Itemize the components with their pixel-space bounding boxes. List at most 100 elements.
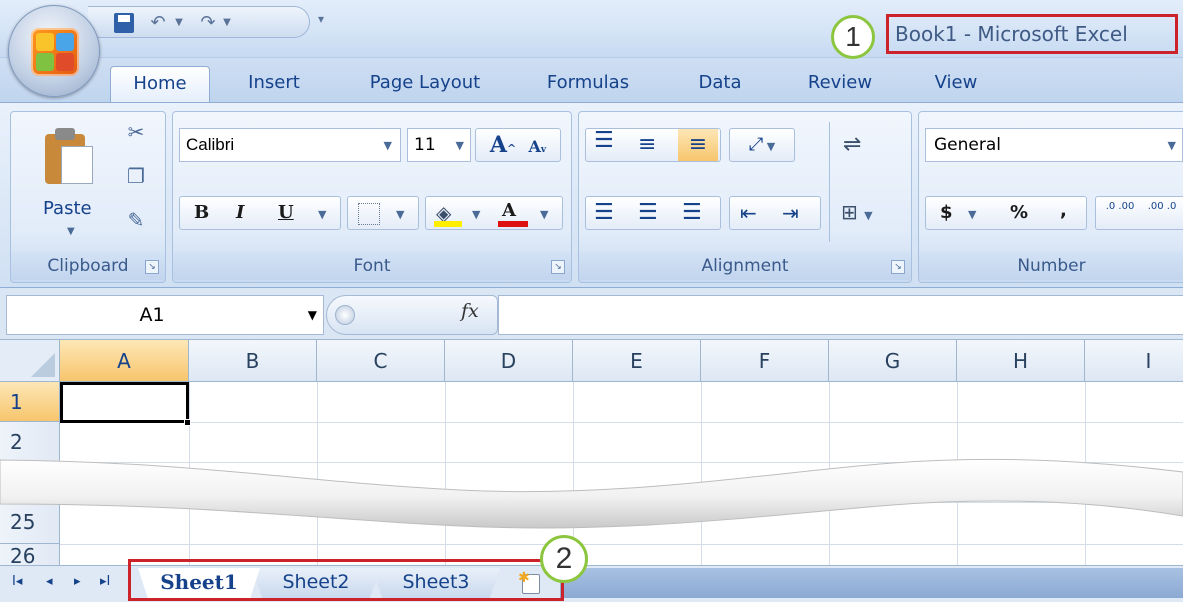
column-header-g[interactable]: G <box>829 340 957 382</box>
number-group-label: Number <box>919 252 1183 280</box>
last-sheet-icon[interactable]: ▸I <box>100 574 110 589</box>
formula-bar: A1 ▼ fx <box>0 288 1183 340</box>
column-header-e[interactable]: E <box>573 340 701 382</box>
number-group: General ▼ $ ▼ % , .0 .00 .00 .0 Number <box>918 111 1183 283</box>
callout-marker-2: 2 <box>540 535 588 583</box>
undo-dropdown-icon[interactable]: ▼ <box>172 11 186 35</box>
title-bar: ↶ ▼ ↷ ▼ ▾ 1 Book1 - Microsoft Excel <box>0 0 1183 59</box>
increase-decimal-button[interactable]: .0 .00 <box>1102 200 1138 214</box>
decrease-indent-icon[interactable]: ⇤ <box>740 197 757 229</box>
borders-dropdown-icon[interactable]: ▼ <box>396 199 404 231</box>
tab-insert[interactable]: Insert <box>226 66 322 102</box>
bold-button[interactable]: B <box>194 197 209 229</box>
cut-icon[interactable]: ✂ <box>123 120 149 146</box>
italic-button[interactable]: I <box>236 197 244 229</box>
select-all-button[interactable] <box>0 340 60 382</box>
decrease-decimal-button[interactable]: .00 .0 <box>1144 200 1180 214</box>
font-size-dropdown-icon[interactable]: ▼ <box>456 139 464 152</box>
grow-font-button[interactable]: A <box>490 132 507 158</box>
alignment-divider <box>829 122 830 242</box>
worksheet-grid[interactable]: A B C D E F G H I 1 2 25 26 <box>0 340 1183 565</box>
column-header-c[interactable]: C <box>317 340 445 382</box>
clipboard-group-label: Clipboard <box>11 252 165 280</box>
align-bottom-icon[interactable]: ≡ <box>678 129 718 161</box>
font-launcher-icon[interactable]: ↘ <box>551 260 565 274</box>
customize-qat-icon[interactable]: ▾ <box>318 12 324 26</box>
first-sheet-icon[interactable]: I◂ <box>12 574 22 589</box>
tab-data[interactable]: Data <box>680 66 760 102</box>
paste-button[interactable]: Paste <box>43 198 92 219</box>
align-right-icon[interactable]: ☰ <box>682 197 702 229</box>
fill-color-dropdown-icon[interactable]: ▼ <box>472 199 480 231</box>
formula-bar-resize-handle[interactable] <box>335 305 355 325</box>
currency-dropdown-icon[interactable]: ▼ <box>968 199 976 231</box>
name-box-value: A1 <box>139 304 165 326</box>
copy-icon[interactable]: ❐ <box>123 164 149 190</box>
align-center-icon[interactable]: ☰ <box>638 197 658 229</box>
office-logo-icon <box>31 28 79 76</box>
clipboard-launcher-icon[interactable]: ↘ <box>145 260 159 274</box>
horizontal-scroll-area[interactable] <box>560 568 1183 598</box>
orientation-icon: ⤢ <box>748 134 764 155</box>
font-size-combo[interactable]: 11 ▼ <box>407 128 471 162</box>
align-left-icon[interactable]: ☰ <box>594 197 614 229</box>
align-middle-icon[interactable]: ≡ <box>638 129 656 161</box>
tab-home[interactable]: Home <box>110 66 210 102</box>
wrap-text-icon[interactable]: ⇌ <box>843 132 861 157</box>
redo-dropdown-icon[interactable]: ▼ <box>220 11 234 35</box>
font-color-dropdown-icon[interactable]: ▼ <box>540 199 548 231</box>
shrink-font-button[interactable]: A <box>528 137 540 156</box>
underline-button[interactable]: U <box>278 197 294 229</box>
orientation-dropdown-icon[interactable]: ▼ <box>763 140 775 153</box>
name-box[interactable]: A1 ▼ <box>6 295 324 335</box>
paste-dropdown-icon[interactable]: ▼ <box>67 226 75 237</box>
font-group: Calibri ▼ 11 ▼ A^ Av B I U ▼ ▼ ◈ ▼ A ▼ F… <box>172 111 572 283</box>
next-sheet-icon[interactable]: ▸ <box>74 574 81 589</box>
column-header-i[interactable]: I <box>1085 340 1183 382</box>
save-icon[interactable] <box>112 11 136 35</box>
column-header-d[interactable]: D <box>445 340 573 382</box>
fill-handle[interactable] <box>184 419 191 426</box>
increase-indent-icon[interactable]: ⇥ <box>782 197 799 229</box>
previous-sheet-icon[interactable]: ◂ <box>46 574 53 589</box>
tab-view[interactable]: View <box>916 66 996 102</box>
percent-button[interactable]: % <box>1010 197 1028 229</box>
currency-button[interactable]: $ <box>940 197 953 229</box>
orientation-button[interactable]: ⤢ ▼ <box>729 128 795 162</box>
row-header-1[interactable]: 1 <box>0 382 60 422</box>
name-box-dropdown-icon[interactable]: ▼ <box>308 296 317 334</box>
column-header-h[interactable]: H <box>957 340 1085 382</box>
column-header-b[interactable]: B <box>189 340 317 382</box>
number-format-combo[interactable]: General ▼ <box>925 128 1183 162</box>
undo-icon[interactable]: ↶ <box>148 11 168 35</box>
insert-function-icon[interactable]: fx <box>461 300 479 322</box>
tab-review[interactable]: Review <box>790 66 890 102</box>
tab-page-layout[interactable]: Page Layout <box>350 66 500 102</box>
font-name-combo[interactable]: Calibri ▼ <box>179 128 401 162</box>
office-button[interactable] <box>8 5 100 97</box>
format-painter-icon[interactable]: ✎ <box>123 208 149 234</box>
borders-icon <box>358 203 380 225</box>
redo-icon[interactable]: ↷ <box>198 11 218 35</box>
font-color-swatch <box>498 221 528 227</box>
sheet-tab-bar: I◂ ◂ ▸ ▸I Sheet1 Sheet2 Sheet3 ✱ <box>0 559 1183 602</box>
tab-formulas[interactable]: Formulas <box>528 66 648 102</box>
column-header-f[interactable]: F <box>701 340 829 382</box>
font-size-buttons: A^ Av <box>475 128 561 162</box>
column-header-a[interactable]: A <box>60 340 189 382</box>
underline-dropdown-icon[interactable]: ▼ <box>318 199 326 231</box>
merge-center-icon[interactable]: ⊞ ▼ <box>841 200 873 224</box>
alignment-launcher-icon[interactable]: ↘ <box>891 260 905 274</box>
color-buttons: ◈ ▼ A ▼ <box>425 196 563 230</box>
clipboard-group: Paste ▼ ✂ ❐ ✎ Clipboard ↘ <box>10 111 166 283</box>
number-format-dropdown-icon[interactable]: ▼ <box>1168 139 1176 152</box>
active-cell-a1[interactable] <box>60 382 189 423</box>
row-header-26[interactable]: 26 <box>0 544 60 565</box>
formula-input[interactable] <box>498 295 1183 335</box>
font-name-dropdown-icon[interactable]: ▼ <box>384 139 392 152</box>
align-top-icon[interactable]: ☰ <box>594 125 614 157</box>
paste-icon[interactable] <box>45 126 93 184</box>
alignment-group: ☰ ≡ ≡ ⤢ ▼ ☰ ☰ ☰ ⇤ ⇥ ⇌ ⊞ ▼ Alignment ↘ <box>578 111 912 283</box>
borders-button[interactable]: ▼ <box>347 196 419 230</box>
comma-button[interactable]: , <box>1060 195 1067 227</box>
